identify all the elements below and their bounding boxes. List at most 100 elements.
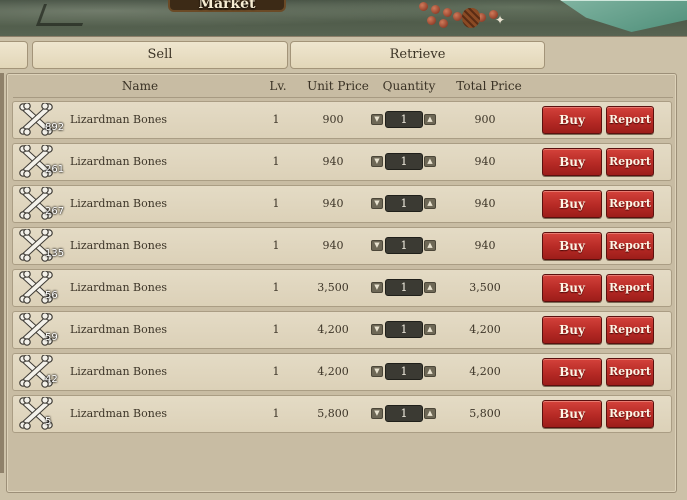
table-row: 5 Lizardman Bones 1 5,800 ▼ 1 ▲ 5,800 Bu… xyxy=(12,395,672,433)
stack-count: 892 xyxy=(45,122,65,133)
total-price: 940 xyxy=(474,239,496,252)
item-name: Lizardman Bones xyxy=(70,155,167,168)
buy-button[interactable]: Buy xyxy=(542,316,602,344)
report-button[interactable]: Report xyxy=(606,358,654,386)
listing-table: Name Lv. Unit Price Quantity Total Price xyxy=(6,73,677,493)
item-level: 1 xyxy=(272,281,280,294)
unit-price: 5,800 xyxy=(317,407,349,420)
pinecone-decoration xyxy=(462,8,480,28)
quantity-increase-button[interactable]: ▲ xyxy=(424,156,436,167)
report-button[interactable]: Report xyxy=(606,400,654,428)
report-button[interactable]: Report xyxy=(606,274,654,302)
item-level: 1 xyxy=(272,407,280,420)
unit-price: 4,200 xyxy=(317,365,349,378)
total-price: 5,800 xyxy=(469,407,501,420)
unit-price: 900 xyxy=(322,113,344,126)
quantity-decrease-button[interactable]: ▼ xyxy=(371,240,383,251)
quantity-increase-button[interactable]: ▲ xyxy=(424,282,436,293)
buy-button[interactable]: Buy xyxy=(542,232,602,260)
stack-count: 42 xyxy=(45,374,58,385)
item-name: Lizardman Bones xyxy=(70,113,167,126)
quantity-input[interactable]: 1 xyxy=(385,279,423,296)
item-level: 1 xyxy=(272,323,280,336)
crossed-bones-icon[interactable]: 261 xyxy=(17,144,64,179)
unit-price: 940 xyxy=(322,155,344,168)
tab-retrieve[interactable]: Retrieve xyxy=(290,41,545,69)
quantity-input[interactable]: 1 xyxy=(385,405,423,422)
crossed-bones-icon[interactable]: 56 xyxy=(17,270,63,305)
left-panel-edge xyxy=(0,73,4,473)
report-button[interactable]: Report xyxy=(606,232,654,260)
crossed-bones-icon[interactable]: 892 xyxy=(17,102,64,137)
crossed-bones-icon[interactable]: 59 xyxy=(17,312,63,347)
quantity-increase-button[interactable]: ▲ xyxy=(424,114,436,125)
item-level: 1 xyxy=(272,155,280,168)
total-price: 900 xyxy=(474,113,496,126)
stack-count: 261 xyxy=(45,164,65,175)
stack-count: 56 xyxy=(45,290,58,301)
quantity-input[interactable]: 1 xyxy=(385,153,423,170)
quantity-increase-button[interactable]: ▲ xyxy=(424,240,436,251)
stack-count: 135 xyxy=(45,248,65,259)
quantity-input[interactable]: 1 xyxy=(385,363,423,380)
item-level: 1 xyxy=(272,113,280,126)
crossed-bones-icon[interactable]: 5 xyxy=(17,396,63,431)
unit-price: 4,200 xyxy=(317,323,349,336)
table-row: 267 Lizardman Bones 1 940 ▼ 1 ▲ 940 Buy … xyxy=(12,185,672,223)
quantity-decrease-button[interactable]: ▼ xyxy=(371,198,383,209)
quantity-input[interactable]: 1 xyxy=(385,195,423,212)
buy-button[interactable]: Buy xyxy=(542,400,602,428)
quantity-decrease-button[interactable]: ▼ xyxy=(371,324,383,335)
buy-button[interactable]: Buy xyxy=(542,148,602,176)
quantity-input[interactable]: 1 xyxy=(385,321,423,338)
report-button[interactable]: Report xyxy=(606,148,654,176)
table-row: 42 Lizardman Bones 1 4,200 ▼ 1 ▲ 4,200 B… xyxy=(12,353,672,391)
total-price: 940 xyxy=(474,197,496,210)
quantity-decrease-button[interactable]: ▼ xyxy=(371,408,383,419)
crossed-bones-icon[interactable]: 267 xyxy=(17,186,64,221)
buy-button[interactable]: Buy xyxy=(542,358,602,386)
report-button[interactable]: Report xyxy=(606,316,654,344)
table-row: 892 Lizardman Bones 1 900 ▼ 1 ▲ 900 Buy … xyxy=(12,101,672,139)
quantity-input[interactable]: 1 xyxy=(385,237,423,254)
item-name: Lizardman Bones xyxy=(70,281,167,294)
total-price: 3,500 xyxy=(469,281,501,294)
quantity-decrease-button[interactable]: ▼ xyxy=(371,156,383,167)
charm-icon: ✦ xyxy=(494,13,506,27)
item-level: 1 xyxy=(272,365,280,378)
market-banner: Market ✦ xyxy=(0,0,687,36)
unit-price: 3,500 xyxy=(317,281,349,294)
report-button[interactable]: Report xyxy=(606,190,654,218)
stack-count: 5 xyxy=(45,416,52,427)
stack-count: 267 xyxy=(45,206,65,217)
total-price: 4,200 xyxy=(469,323,501,336)
unit-price: 940 xyxy=(322,197,344,210)
quantity-increase-button[interactable]: ▲ xyxy=(424,324,436,335)
buy-button[interactable]: Buy xyxy=(542,190,602,218)
table-row: 135 Lizardman Bones 1 940 ▼ 1 ▲ 940 Buy … xyxy=(12,227,672,265)
market-panel: Sell Retrieve Name Lv. Unit Price Quanti… xyxy=(0,36,687,500)
report-button[interactable]: Report xyxy=(606,106,654,134)
total-price: 4,200 xyxy=(469,365,501,378)
quantity-decrease-button[interactable]: ▼ xyxy=(371,114,383,125)
quantity-decrease-button[interactable]: ▼ xyxy=(371,366,383,377)
buy-button[interactable]: Buy xyxy=(542,274,602,302)
tab-buy[interactable] xyxy=(0,41,28,69)
quantity-decrease-button[interactable]: ▼ xyxy=(371,282,383,293)
quantity-increase-button[interactable]: ▲ xyxy=(424,366,436,377)
crossed-bones-icon[interactable]: 135 xyxy=(17,228,64,263)
column-header-level: Lv. xyxy=(269,79,287,93)
table-row: 56 Lizardman Bones 1 3,500 ▼ 1 ▲ 3,500 B… xyxy=(12,269,672,307)
window-title: Market xyxy=(198,0,256,12)
quantity-increase-button[interactable]: ▲ xyxy=(424,408,436,419)
market-tabs: Sell Retrieve xyxy=(0,41,687,71)
tab-sell[interactable]: Sell xyxy=(32,41,288,69)
item-level: 1 xyxy=(272,197,280,210)
crossed-bones-icon[interactable]: 42 xyxy=(17,354,63,389)
quantity-increase-button[interactable]: ▲ xyxy=(424,198,436,209)
buy-button[interactable]: Buy xyxy=(542,106,602,134)
stack-count: 59 xyxy=(45,332,58,343)
quantity-input[interactable]: 1 xyxy=(385,111,423,128)
table-header: Name Lv. Unit Price Quantity Total Price xyxy=(13,76,673,98)
total-price: 940 xyxy=(474,155,496,168)
